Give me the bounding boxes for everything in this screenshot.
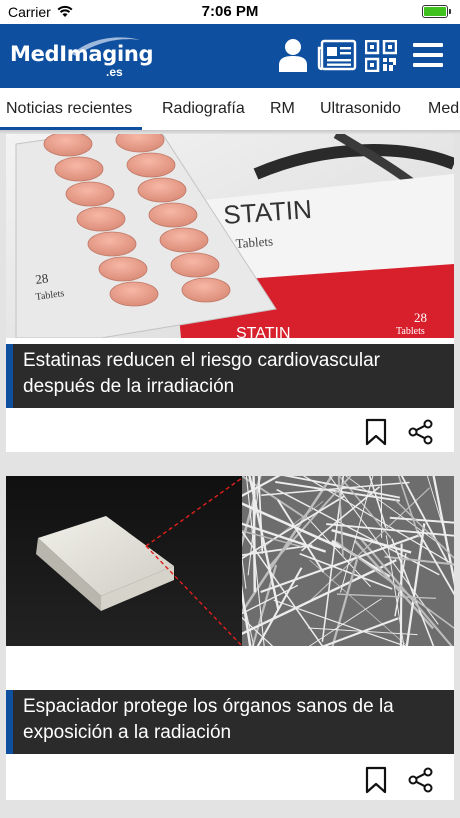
headline-box[interactable]: Estatinas reducen el riesgo cardiovascul… [6, 344, 454, 408]
pill [137, 177, 187, 203]
app-header: MedImaging .es [0, 24, 460, 88]
pill [159, 227, 209, 253]
article-actions [334, 412, 454, 452]
pill [170, 252, 220, 278]
article-card[interactable]: Espaciador protege los órganos sanos de … [6, 476, 454, 800]
article-image-statin-tablets[interactable]: STATIN Tablets 28 Tablets STATIN 28 Tabl… [6, 134, 454, 338]
status-bar: Carrier 7:06 PM [0, 0, 460, 24]
pill [181, 277, 231, 303]
tab-med[interactable]: Med [428, 88, 459, 130]
menu-icon[interactable] [412, 41, 444, 69]
bookmark-icon[interactable] [364, 418, 388, 446]
tab-rm[interactable]: RM [270, 88, 295, 130]
user-icon[interactable] [277, 38, 309, 72]
battery-icon [422, 5, 451, 18]
pill [87, 231, 137, 257]
tab-radiografia[interactable]: Radiografía [162, 88, 245, 130]
tab-ultrasonido[interactable]: Ultrasonido [320, 88, 401, 130]
box-count-sub-text: Tablets [396, 326, 425, 337]
pill [65, 181, 115, 207]
tab-noticias-recientes[interactable]: Noticias recientes [0, 88, 143, 130]
box-side-text: STATIN [236, 325, 291, 338]
headline-box[interactable]: Espaciador protege los órganos sanos de … [6, 690, 454, 754]
pill [76, 206, 126, 232]
bookmark-icon[interactable] [364, 766, 388, 794]
share-icon[interactable] [408, 419, 434, 445]
clock: 7:06 PM [201, 3, 259, 20]
pill [43, 134, 93, 157]
logo-text: MedImaging [10, 42, 154, 66]
box-count-text: 28 [414, 310, 427, 325]
article-image-spacer-material[interactable] [6, 476, 454, 646]
article-headline[interactable]: Estatinas reducen el riesgo cardiovascul… [23, 348, 444, 400]
box-brand-text: STATIN [222, 194, 312, 230]
qr-code-icon[interactable] [365, 40, 397, 72]
pill [148, 202, 198, 228]
blister-count-text: 28 [34, 270, 49, 287]
pill [54, 156, 104, 182]
article-card[interactable]: STATIN Tablets 28 Tablets STATIN 28 Tabl… [6, 134, 454, 452]
logo[interactable]: MedImaging .es [10, 34, 154, 79]
pill [98, 256, 148, 282]
pill [109, 281, 159, 307]
box-sub-text: Tablets [235, 233, 273, 251]
article-headline[interactable]: Espaciador protege los órganos sanos de … [23, 694, 444, 746]
article-actions [334, 760, 454, 800]
pill [126, 152, 176, 178]
category-tabs: Noticias recientes Radiografía RM Ultras… [0, 88, 460, 130]
logo-tld: .es [106, 65, 123, 79]
share-icon[interactable] [408, 767, 434, 793]
newspaper-icon[interactable] [317, 38, 357, 72]
